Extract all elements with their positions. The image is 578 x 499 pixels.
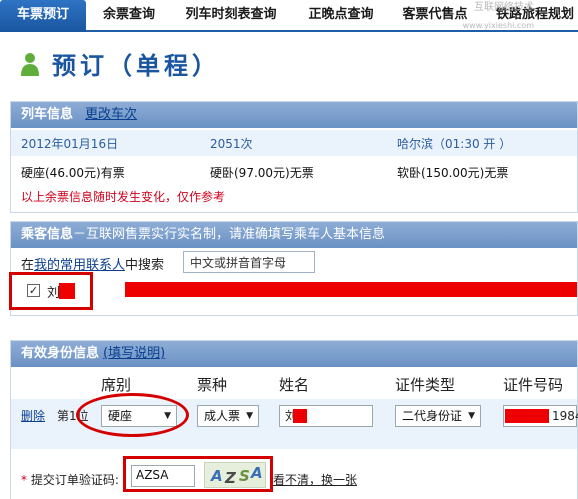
id-number-value: 1984: [552, 409, 578, 423]
ticket-type-value: 成人票: [204, 409, 241, 423]
train-info-header: 列车信息 更改车次: [11, 102, 577, 128]
col-seat-class: 席别: [101, 376, 132, 394]
id-info-title: 有效身份信息: [21, 346, 100, 361]
watermark-line1: 互联网络技术: [474, 2, 534, 13]
col-id-type: 证件类型: [395, 376, 456, 394]
top-navigation: 车票预订 余票查询 列车时刻表查询 正晚点查询 客票代售点 铁路旅程规划 互联网…: [0, 0, 578, 32]
redaction-id-number: [505, 409, 549, 423]
departure-station-time: 哈尔滨（01:30 开 ）: [397, 137, 512, 151]
delete-row-link[interactable]: 删除: [21, 407, 45, 424]
highlight-box-verify: [123, 456, 273, 492]
tab-delay-query[interactable]: 正晚点查询: [298, 0, 384, 32]
watermark-line2: www.yixieshi.com: [462, 21, 534, 30]
watermark: 互联网络技术 www.yixieshi.com: [463, 2, 534, 32]
redaction-passenger-name: [293, 409, 307, 423]
person-icon: [21, 53, 39, 76]
verify-code-label: * 提交订单验证码:: [21, 471, 119, 488]
availability-notice: 以上余票信息随时发生变化，仅作参考: [21, 190, 226, 204]
passenger-info-panel: 乘客信息－互联网售票实行实名制，请准确填写乘车人基本信息 在我的常用联系人中搜索…: [9, 221, 578, 316]
contact-search-input[interactable]: 中文或拼音首字母: [183, 251, 315, 273]
tab-ticket-booking[interactable]: 车票预订: [0, 0, 86, 32]
id-info-panel: 有效身份信息 (填写说明) 席别 票种 姓名 证件类型 证件号码 删除 第1位 硬…: [10, 340, 578, 499]
frequent-contacts-link[interactable]: 我的常用联系人: [34, 258, 125, 273]
passenger-info-title: 乘客信息: [21, 227, 74, 242]
search-suffix: 中搜索: [125, 258, 165, 273]
change-train-link[interactable]: 更改车次: [85, 107, 137, 122]
refresh-captcha-link[interactable]: 看不清，换一张: [273, 471, 357, 488]
train-number: 2051次: [210, 137, 253, 151]
redaction-contact-details: [125, 282, 577, 297]
passenger-info-note: －互联网售票实行实名制，请准确填写乘车人基本信息: [73, 227, 386, 242]
id-info-header: 有效身份信息 (填写说明): [11, 341, 577, 367]
id-type-select[interactable]: 二代身份证 ▼: [395, 405, 481, 427]
verify-code-label-text: 提交订单验证码:: [30, 473, 119, 487]
highlight-box-contact: [9, 272, 93, 310]
ticket-type-select[interactable]: 成人票 ▼: [197, 405, 259, 427]
col-id-number: 证件号码: [503, 376, 564, 394]
chevron-down-icon: ▼: [246, 411, 253, 421]
tab-remaining-tickets[interactable]: 余票查询: [92, 0, 166, 32]
page-title: 预订（单程）: [52, 52, 220, 80]
col-ticket-type: 票种: [197, 376, 228, 394]
fill-instructions-link[interactable]: (填写说明): [103, 346, 165, 361]
seat-hard-sleeper: 硬卧(97.00元)无票: [210, 166, 314, 180]
passenger-info-header: 乘客信息－互联网售票实行实名制，请准确填写乘车人基本信息: [11, 222, 577, 248]
contact-search-label: 在我的常用联系人中搜索: [21, 254, 164, 273]
required-star: *: [21, 473, 27, 487]
seat-hard-seat: 硬座(46.00元)有票: [21, 166, 125, 180]
train-summary-row: 2012年01月16日 2051次 哈尔滨（01:30 开 ）: [11, 130, 577, 156]
train-info-panel: 列车信息 更改车次 2012年01月16日 2051次 哈尔滨（01:30 开 ）…: [10, 101, 578, 213]
travel-date: 2012年01月16日: [21, 137, 119, 151]
tab-timetable[interactable]: 列车时刻表查询: [176, 0, 286, 32]
col-name: 姓名: [279, 376, 310, 394]
search-prefix: 在: [21, 258, 35, 273]
id-type-value: 二代身份证: [402, 409, 463, 423]
train-info-title: 列车信息: [21, 107, 74, 122]
highlight-ring-seat-class: [76, 393, 189, 437]
chevron-down-icon: ▼: [468, 411, 475, 421]
seat-soft-sleeper: 软卧(150.00元)无票: [397, 166, 509, 180]
